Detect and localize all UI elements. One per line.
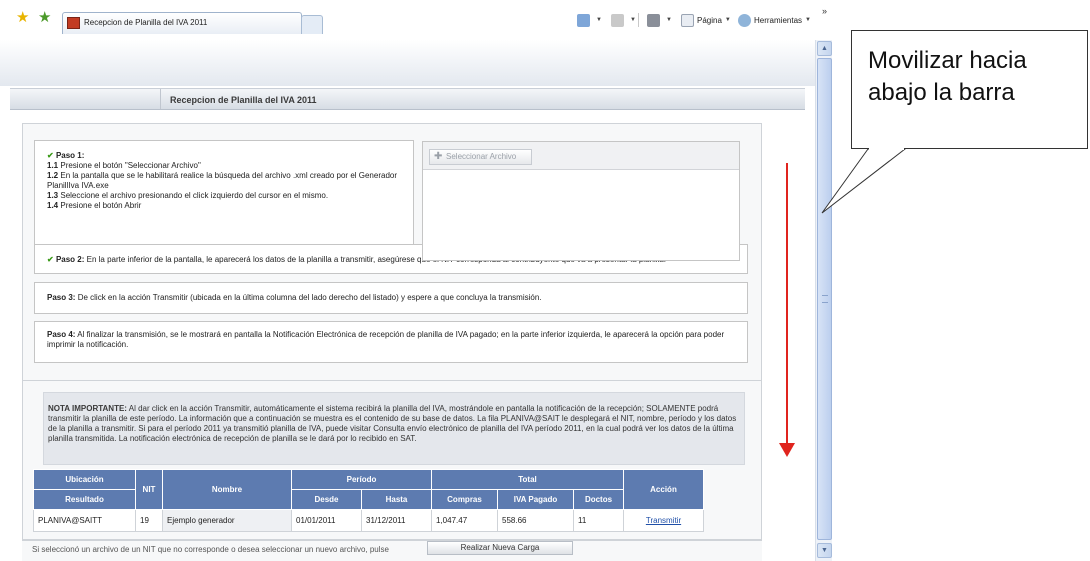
check-icon: ✔ — [47, 255, 54, 264]
step-number: 1.4 — [47, 201, 59, 210]
cell-accion: Transmitir — [623, 509, 704, 532]
page-icon — [681, 13, 694, 27]
col-ubicacion: Ubicación — [33, 469, 136, 490]
red-arrow-line — [786, 163, 788, 446]
planilla-table-wrap: Ubicación NIT Nombre Período Total Acció… — [33, 469, 704, 532]
title-divider — [160, 89, 161, 109]
chevron-down-icon: ▼ — [666, 17, 672, 23]
browser-tab-active[interactable]: Recepcion de Planilla del IVA 2011 — [62, 12, 302, 34]
toolbar-overflow-icon[interactable]: » — [822, 6, 827, 16]
table-row: PLANIVA@SAITT 19 Ejemplo generador 01/01… — [33, 509, 704, 532]
feeds-button[interactable]: ▼ — [611, 11, 636, 29]
page-title: Recepcion de Planilla del IVA 2011 — [170, 95, 317, 105]
paso4-text: Al finalizar la transmisión, se le mostr… — [47, 330, 725, 349]
chevron-down-icon: ▼ — [805, 17, 811, 23]
paso3-text: De click en la acción Transmitir (ubicad… — [77, 293, 542, 302]
cell-desde: 01/01/2011 — [291, 509, 362, 532]
nueva-carga-button[interactable]: Realizar Nueva Carga — [427, 541, 573, 555]
nota-importante-box: NOTA IMPORTANTE: Al dar click en la acci… — [43, 392, 745, 465]
print-button[interactable]: ▼ — [647, 11, 672, 29]
col-periodo: Período — [291, 469, 432, 490]
col-nombre: Nombre — [162, 469, 292, 510]
cell-compras: 1,047.47 — [431, 509, 498, 532]
col-accion: Acción — [623, 469, 704, 510]
page-viewport: Recepcion de Planilla del IVA 2011 ✔ Pas… — [0, 40, 815, 561]
select-file-button[interactable]: ✚ Seleccionar Archivo — [429, 149, 532, 165]
check-icon: ✔ — [47, 151, 54, 160]
vertical-scrollbar[interactable]: ▲ ▼ — [815, 40, 832, 561]
cell-hasta: 31/12/2011 — [361, 509, 432, 532]
select-file-label: Seleccionar Archivo — [446, 152, 517, 161]
transmitir-link[interactable]: Transmitir — [646, 516, 681, 525]
nota-label: NOTA IMPORTANTE: — [48, 404, 127, 413]
upload-box: ✚ Seleccionar Archivo — [422, 141, 740, 261]
paso1-line: Presione el botón "Seleccionar Archivo" — [60, 161, 201, 170]
step-number: 1.3 — [47, 191, 59, 200]
paso3-box: Paso 3: De click en la acción Transmitir… — [34, 282, 748, 314]
bottom-bar: Si seleccionó un archivo de un NIT que n… — [22, 540, 762, 561]
new-load-hint: Si seleccionó un archivo de un NIT que n… — [32, 545, 389, 554]
col-resultado: Resultado — [33, 489, 136, 510]
chevron-down-icon: ▼ — [724, 17, 731, 23]
chevron-up-icon: ▲ — [821, 45, 828, 52]
chevron-down-icon: ▼ — [630, 17, 636, 23]
paso1-box: ✔ Paso 1: 1.1 Presione el botón "Selecci… — [34, 140, 414, 261]
callout-tail — [821, 148, 907, 214]
callout-box: Movilizar hacia abajo la barra — [851, 30, 1088, 149]
home-button[interactable]: ▼ — [577, 11, 602, 29]
cell-nombre: Ejemplo generador — [162, 509, 292, 532]
step-number: 1.2 — [47, 171, 59, 180]
step-number: 1.1 — [47, 161, 59, 170]
scroll-up-button[interactable]: ▲ — [817, 41, 832, 56]
paso1-line: En la pantalla que se le habilitará real… — [47, 171, 398, 190]
page-menu[interactable]: Página ▼ — [681, 11, 731, 29]
cell-doctos: 11 — [573, 509, 624, 532]
scrollbar-thumb[interactable] — [817, 58, 832, 540]
col-compras: Compras — [431, 489, 498, 510]
page-menu-label: Página — [697, 15, 722, 25]
col-doctos: Doctos — [573, 489, 624, 510]
paso3-label: Paso 3: — [47, 293, 76, 302]
home-icon — [577, 13, 590, 27]
cell-iva-pagado: 558.66 — [497, 509, 574, 532]
callout-text: Movilizar hacia abajo la barra — [868, 47, 1027, 106]
tools-menu-label: Herramientas — [754, 15, 803, 25]
paso1-line: Presione el botón Abrir — [60, 201, 142, 210]
nota-text: Al dar click en la acción Transmitir, au… — [48, 404, 737, 443]
scroll-down-button[interactable]: ▼ — [817, 543, 832, 558]
cell-nit: 19 — [135, 509, 163, 532]
printer-icon — [647, 13, 660, 27]
col-total: Total — [431, 469, 624, 490]
paso1-heading: Paso 1: — [55, 151, 85, 160]
chevron-down-icon: ▼ — [821, 547, 828, 554]
feeds-icon — [611, 13, 624, 27]
tab-title: Recepcion de Planilla del IVA 2011 — [84, 18, 208, 27]
col-nit: NIT — [135, 469, 163, 510]
cell-resultado: PLANIVA@SAITT — [33, 509, 136, 532]
upload-toolbar: ✚ Seleccionar Archivo — [423, 142, 739, 170]
title-bar: Recepcion de Planilla del IVA 2011 — [10, 88, 805, 110]
favorites-star-icon[interactable]: ★ — [16, 10, 32, 26]
plus-icon: ✚ — [434, 151, 443, 162]
tools-menu[interactable]: Herramientas ▼ — [738, 11, 811, 29]
gear-icon — [738, 13, 751, 27]
col-iva-pagado: IVA Pagado — [497, 489, 574, 510]
paso4-box: Paso 4: Al finalizar la transmisión, se … — [34, 321, 748, 363]
col-hasta: Hasta — [361, 489, 432, 510]
col-desde: Desde — [291, 489, 362, 510]
add-favorite-icon[interactable]: ★ — [38, 10, 54, 26]
page-favicon-icon — [67, 17, 80, 29]
paso2-label: Paso 2: — [55, 255, 85, 264]
paso1-line: Seleccione el archivo presionando el cli… — [60, 191, 329, 200]
planilla-table: Ubicación NIT Nombre Período Total Acció… — [33, 469, 704, 532]
chevron-down-icon: ▼ — [596, 17, 602, 23]
page-header-band — [0, 40, 815, 86]
red-arrow-head — [779, 443, 795, 457]
toolbar-divider — [638, 13, 639, 27]
scrollbar-grip — [822, 295, 828, 303]
browser-toolbar: ★ ★ Recepcion de Planilla del IVA 2011 ▼… — [0, 0, 834, 40]
paso4-label: Paso 4: — [47, 330, 76, 339]
new-tab-button[interactable] — [301, 15, 323, 34]
